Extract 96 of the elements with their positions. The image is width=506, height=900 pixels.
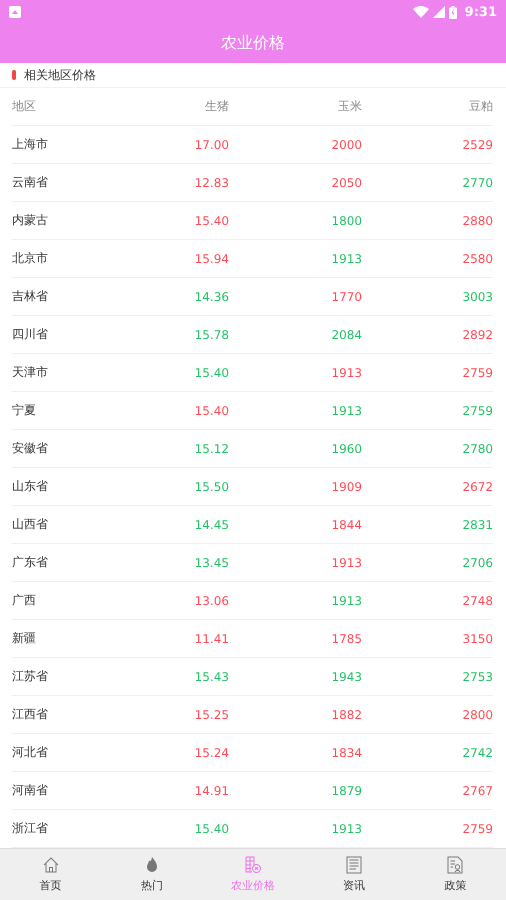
region-cell-text: 河北省 [12,744,49,761]
price-cell-text: 2050 [330,176,362,190]
price-cell-text: 11.41 [194,632,229,646]
price-cell-text: 3003 [461,290,493,304]
price-cell-text: 1834 [330,746,362,760]
price-cell-text: 13.06 [194,594,229,608]
tab-button[interactable]: 首页 [0,849,102,900]
price-cell-text: 2529 [461,138,493,152]
price-cell-text: 1913 [330,404,362,418]
price-cell-text: 1770 [330,290,362,304]
price-cell-text: 2892 [461,328,493,342]
price-cell-text: 2753 [461,670,493,684]
price-cell-text: 2780 [461,442,493,456]
price-cell-text: 1800 [330,214,362,228]
page-title: 农业价格 [220,32,286,54]
price-cell-text: 2759 [461,366,493,380]
price-cell-text: 15.40 [194,822,229,836]
price-cell-text: 2759 [461,822,493,836]
region-cell-text: 上海市 [12,136,49,153]
signal-icon [432,6,445,18]
news-icon [345,856,364,874]
price-cell-text: 15.43 [194,670,229,684]
region-cell-text: 江苏省 [12,668,49,685]
price-cell-text: 17.00 [194,138,229,152]
region-cell-text: 山西省 [12,516,49,533]
region-cell-text: 云南省 [12,174,49,191]
region-cell-text: 山东省 [12,478,49,495]
region-cell-text: 广西 [12,592,37,609]
tab-button[interactable]: 热门 [101,849,202,900]
price-cell-text: 1844 [330,518,362,532]
price-cell-text: 2748 [461,594,493,608]
column-header: 生猪 [204,98,229,115]
price-cell-text: 1913 [330,252,362,266]
price-cell-text: 1913 [330,556,362,570]
price-table-icon [244,856,262,874]
region-cell-text: 吉林省 [12,288,49,305]
price-cell-text: 15.94 [194,252,229,266]
region-cell-text: 新疆 [12,630,37,647]
price-cell-text: 2831 [461,518,493,532]
price-cell-text: 15.40 [194,366,229,380]
price-cell-text: 14.36 [194,290,229,304]
price-cell-text: 2767 [461,784,493,798]
status-time: 9:31 [464,4,497,20]
region-cell-text: 浙江省 [12,820,49,837]
price-cell-text: 1913 [330,822,362,836]
price-cell-text: 2742 [461,746,493,760]
price-cell-text: 1882 [330,708,362,722]
price-cell-text: 1943 [330,670,362,684]
region-cell-text: 广东省 [12,554,49,571]
price-cell-text: 2672 [461,480,493,494]
tab-button[interactable]: 政策 [404,849,506,900]
region-cell-text: 宁夏 [12,402,37,419]
price-cell-text: 2706 [461,556,493,570]
price-cell-text: 14.45 [194,518,229,532]
price-cell-text: 1909 [330,480,362,494]
price-cell-text: 14.91 [194,784,229,798]
region-cell-text: 天津市 [12,364,49,381]
region-cell-text: 四川省 [12,326,49,343]
price-cell-text: 2000 [330,138,362,152]
battery-icon [448,6,457,18]
price-cell-text: 3150 [461,632,493,646]
price-cell-text: 2770 [461,176,493,190]
price-cell-text: 15.40 [194,214,229,228]
region-cell-text: 北京市 [12,250,49,267]
wifi-icon [412,6,429,18]
price-cell-text: 12.83 [194,176,229,190]
section-marker [12,70,16,80]
price-cell-text: 15.24 [194,746,229,760]
column-header: 豆粕 [468,98,493,115]
document-icon [446,856,464,874]
price-cell-text: 2759 [461,404,493,418]
column-header: 地区 [12,98,37,115]
price-cell-text: 15.12 [194,442,229,456]
region-cell-text: 江西省 [12,706,49,723]
price-cell-text: 2084 [330,328,362,342]
price-cell-text: 13.45 [194,556,229,570]
price-cell-text: 1913 [330,366,362,380]
price-cell-text: 15.78 [194,328,229,342]
price-cell-text: 1913 [330,594,362,608]
price-cell-text: 2800 [461,708,493,722]
home-icon [42,856,60,874]
section-title: 相关地区价格 [24,66,96,84]
price-cell-text: 1960 [330,442,362,456]
region-cell-text: 内蒙古 [12,212,49,229]
tab-button[interactable]: 资讯 [304,849,405,900]
price-cell-text: 15.50 [194,480,229,494]
column-header: 玉米 [337,98,362,115]
price-cell-text: 1879 [330,784,362,798]
price-cell-text: 15.40 [194,404,229,418]
price-cell-text: 1785 [330,632,362,646]
notification-icon [9,6,21,18]
price-cell-text: 15.25 [194,708,229,722]
region-cell-text: 河南省 [12,782,49,799]
region-cell-text: 安徽省 [12,440,49,457]
price-cell-text: 2580 [461,252,493,266]
price-cell-text: 2880 [461,214,493,228]
